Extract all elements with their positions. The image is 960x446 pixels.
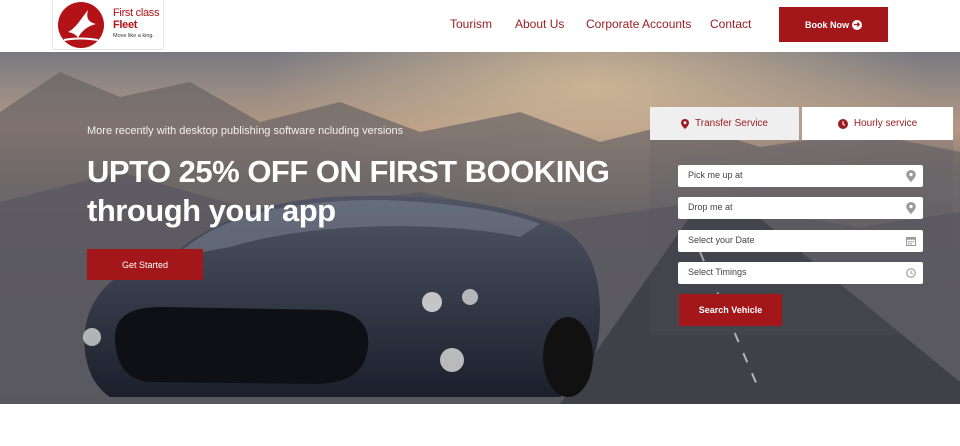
search-vehicle-button[interactable]: Search Vehicle [679,294,782,326]
map-marker-icon [681,118,689,129]
page-below-hero [0,404,960,446]
calendar-icon [906,237,916,246]
eagle-logo-icon [58,2,104,48]
brand-logo[interactable]: First class Fleet Move like a king. [52,0,164,50]
date-input[interactable]: Select your Date [678,230,923,252]
nav-contact[interactable]: Contact [710,17,751,31]
book-now-label: Book Now [805,19,849,30]
dropoff-input[interactable]: Drop me at [678,197,923,219]
clock-icon [837,118,848,129]
tab-hourly-service[interactable]: Hourly service [802,107,953,140]
tab-hourly-label: Hourly service [853,118,918,129]
tab-transfer-service[interactable]: Transfer Service [650,107,799,140]
date-placeholder: Select your Date [688,235,755,245]
map-marker-icon [906,170,916,182]
map-marker-icon [906,202,916,214]
time-placeholder: Select Timings [688,267,747,277]
time-input[interactable]: Select Timings [678,262,923,284]
hero-title-line2: through your app [87,193,336,228]
brand-name-bold: Fleet [113,19,138,31]
pickup-input[interactable]: Pick me up at [678,165,923,187]
dropoff-placeholder: Drop me at [688,202,733,212]
clock-icon [906,268,916,278]
site-header: First class Fleet Move like a king. Tour… [0,0,960,52]
nav-tourism[interactable]: Tourism [450,17,492,31]
pickup-placeholder: Pick me up at [688,170,743,180]
get-started-button[interactable]: Get Started [87,249,203,280]
book-now-button[interactable]: Book Now ➜ [779,7,888,42]
brand-tagline: Move like a king. [113,33,154,39]
arrow-right-icon: ➜ [852,19,862,30]
hero-banner: More recently with desktop publishing so… [0,52,960,404]
hero-subtitle: More recently with desktop publishing so… [87,125,404,137]
brand-name: First class [113,7,160,19]
hero-title: UPTO 25% OFF ON FIRST BOOKING through yo… [87,152,610,230]
nav-corporate-accounts[interactable]: Corporate Accounts [586,17,691,31]
hero-title-line1: UPTO 25% OFF ON FIRST BOOKING [87,154,610,189]
nav-about-us[interactable]: About Us [515,17,564,31]
tab-transfer-label: Transfer Service [695,118,768,129]
